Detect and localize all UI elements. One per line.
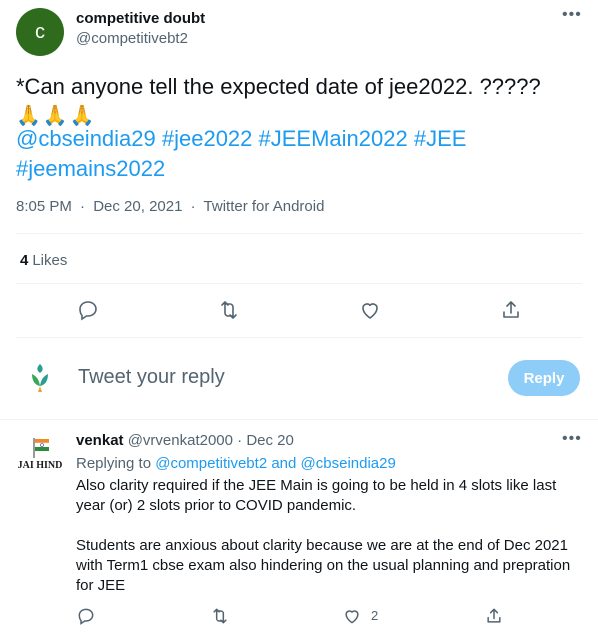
divider — [0, 419, 598, 420]
likes-count: 4 — [20, 252, 29, 269]
divider — [16, 233, 582, 234]
tweet-date[interactable]: Dec 20, 2021 — [93, 198, 182, 215]
likes-stat[interactable]: 4 Likes — [20, 252, 67, 269]
replying-user-1[interactable]: @competitivebt2 — [155, 455, 267, 472]
reply-text: Also clarity required if the JEE Main is… — [76, 476, 586, 616]
more-icon[interactable]: ••• — [562, 430, 582, 448]
like-icon[interactable] — [342, 606, 362, 626]
author-name[interactable]: competitive doubt — [76, 10, 205, 27]
hashtags-line-1[interactable]: @cbseindia29 #jee2022 #JEEMain2022 #JEE — [16, 126, 466, 151]
likes-label: Likes — [32, 252, 68, 269]
author-handle[interactable]: @competitivebt2 — [76, 30, 188, 47]
replying-to-line: Replying to @competitivebt2 and @cbseind… — [76, 455, 396, 472]
reply-author-line: venkat @vrvenkat2000 · Dec 20 — [76, 432, 294, 449]
author-avatar[interactable]: c — [16, 8, 64, 56]
reply-action-bar: 2 — [0, 606, 598, 626]
tweet-source[interactable]: Twitter for Android — [204, 198, 325, 215]
reply-author-avatar[interactable]: JAI HIND — [14, 432, 66, 484]
reply-paragraph-1: Also clarity required if the JEE Main is… — [76, 477, 557, 514]
reply-like-count: 2 — [371, 608, 379, 623]
tweet-text: *Can anyone tell the expected date of je… — [16, 72, 582, 130]
reply-author-handle[interactable]: @vrvenkat2000 — [128, 432, 233, 449]
hashtags-line-2[interactable]: #jeemains2022 — [16, 156, 165, 181]
reply-paragraph-2: Students are anxious about clarity becau… — [76, 537, 571, 594]
reply-icon[interactable] — [76, 298, 100, 322]
reply-icon[interactable] — [76, 606, 96, 626]
divider — [16, 337, 582, 338]
reply-button[interactable]: Reply — [508, 360, 580, 396]
tweet-meta: 8:05 PM · Dec 20, 2021 · Twitter for And… — [16, 198, 325, 215]
tweet-hashtags: @cbseindia29 #jee2022 #JEEMain2022 #JEE … — [16, 124, 582, 184]
like-icon[interactable] — [358, 298, 382, 322]
replying-user-2[interactable]: @cbseindia29 — [301, 455, 396, 472]
share-icon[interactable] — [499, 298, 523, 322]
tweet-action-bar — [0, 298, 598, 322]
avatar-text: JAI HIND — [18, 460, 63, 471]
reply-date[interactable]: Dec 20 — [246, 432, 294, 449]
divider — [16, 283, 582, 284]
tweet-body: *Can anyone tell the expected date of je… — [16, 74, 541, 99]
replying-and: and — [271, 455, 297, 472]
retweet-icon[interactable] — [217, 298, 241, 322]
retweet-icon[interactable] — [210, 606, 230, 626]
more-icon[interactable]: ••• — [562, 6, 582, 24]
reply-author-name[interactable]: venkat — [76, 432, 124, 449]
reply-input[interactable]: Tweet your reply — [78, 366, 225, 389]
tweet-time[interactable]: 8:05 PM — [16, 198, 72, 215]
user-avatar-icon[interactable] — [20, 358, 60, 398]
share-icon[interactable] — [484, 606, 504, 626]
